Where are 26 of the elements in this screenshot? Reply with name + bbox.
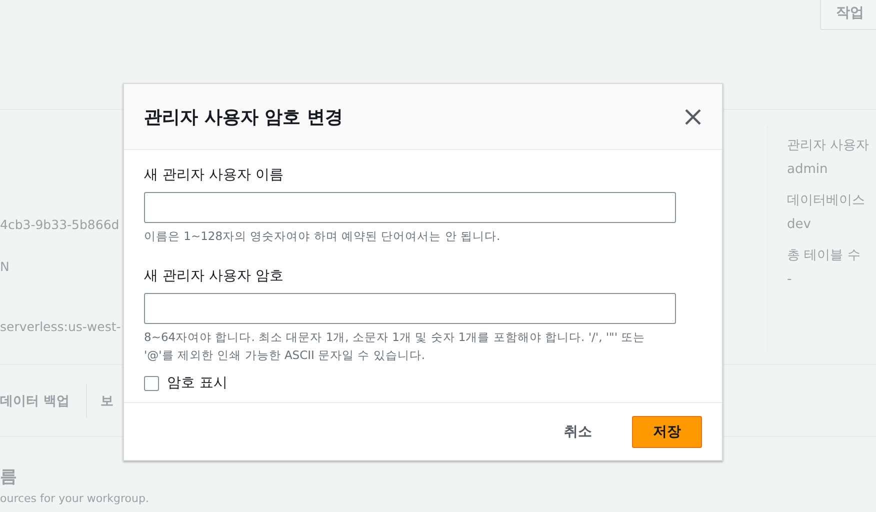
input-field[interactable]: [144, 293, 676, 324]
detail-value: serverless:us-west-: [0, 319, 121, 334]
detail-value: N: [0, 259, 10, 274]
checkbox-label: 암호 표시: [167, 374, 228, 392]
detail-value: dev: [787, 217, 812, 232]
save-button[interactable]: 저장: [632, 416, 702, 448]
actions-button[interactable]: 작업: [820, 0, 876, 30]
field-hint: 8~64자여야 합니다. 최소 대문자 1개, 소문자 1개 및 숫자 1개를 포함해야 합니다. '/', '"' 또는 '@'를 제외한 인쇄 가능한 ASCII 문자일 수 있습니다.: [144, 329, 646, 364]
detail-label: 데이터베이스: [787, 192, 866, 209]
section-title: 름: [0, 466, 17, 488]
section-description: ources for your workgroup.: [0, 492, 149, 505]
tab[interactable]: 보: [86, 384, 114, 418]
detail-value: 4cb3-9b33-5b866d: [0, 217, 120, 232]
field-label: 새 관리자 사용자 이름: [144, 166, 284, 184]
dialog-title: 관리자 사용자 암호 변경: [144, 106, 343, 128]
field-hint: 이름은 1~128자의 영숫자여야 하며 예약된 단어여서는 안 됩니다.: [144, 228, 502, 245]
input-field[interactable]: [144, 192, 676, 223]
checkbox[interactable]: [144, 376, 159, 390]
detail-label: 관리자 사용자: [787, 137, 870, 154]
cancel-button[interactable]: 취소: [544, 416, 612, 448]
detail-label: 총 테이블 수: [787, 247, 862, 264]
field-label: 새 관리자 사용자 암호: [144, 267, 284, 285]
detail-value: admin: [787, 162, 829, 177]
close-icon[interactable]: [684, 108, 702, 126]
tab[interactable]: 데이터 백업: [0, 392, 86, 410]
detail-value: -: [787, 272, 793, 287]
